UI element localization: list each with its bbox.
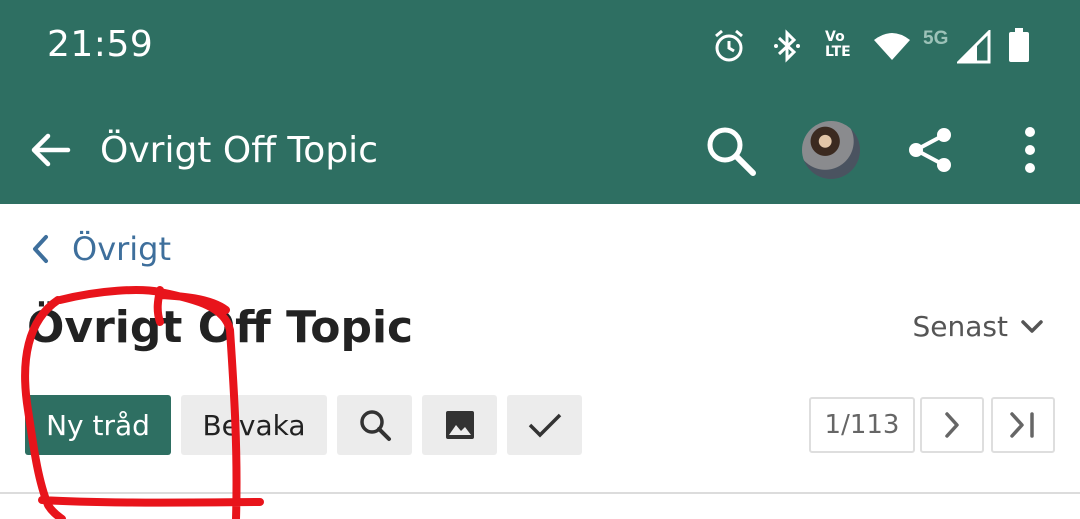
back-button[interactable]: [20, 120, 80, 180]
sort-label: Senast: [912, 310, 1008, 343]
breadcrumb[interactable]: Övrigt: [30, 230, 171, 268]
chevron-left-icon: [33, 235, 48, 263]
breadcrumb-label: Övrigt: [72, 230, 172, 268]
mark-read-button[interactable]: [507, 395, 582, 455]
app-bar: Övrigt Off Topic: [0, 96, 1080, 204]
last-page-icon: [1010, 412, 1034, 438]
network-type: 5G: [923, 28, 949, 49]
search-icon: [359, 410, 391, 441]
volte-bottom: LTE: [825, 44, 851, 60]
thread-search-button[interactable]: [337, 395, 412, 455]
bluetooth-icon: [774, 29, 800, 63]
status-time: 21:59: [47, 24, 154, 65]
avatar[interactable]: [802, 121, 860, 179]
more-vert-icon: [1025, 127, 1035, 173]
last-page-button[interactable]: [991, 397, 1055, 453]
alarm-icon: [715, 29, 743, 62]
status-icons: Vo LTE 5G: [712, 28, 1042, 68]
next-page-button[interactable]: [920, 397, 984, 453]
volte-top: Vo: [825, 29, 845, 45]
page-indicator[interactable]: 1/113: [809, 397, 915, 453]
chevron-right-icon: [945, 412, 959, 438]
watch-button[interactable]: Bevaka: [181, 395, 327, 455]
divider: [0, 492, 1080, 494]
more-options-button[interactable]: [1000, 120, 1060, 180]
chevron-down-icon: [1021, 319, 1043, 333]
share-icon: [909, 128, 951, 172]
signal-icon: [957, 30, 991, 64]
image-icon: [445, 411, 474, 439]
checkmark-icon: [528, 413, 561, 438]
page-title: Övrigt Off Topic: [27, 302, 414, 353]
sort-dropdown[interactable]: Senast: [913, 310, 1044, 343]
back-arrow-icon: [31, 133, 71, 167]
volte-indicator: Vo LTE: [825, 30, 851, 60]
share-button[interactable]: [900, 120, 960, 180]
wifi-icon: [874, 33, 910, 60]
search-button[interactable]: [700, 120, 760, 180]
status-bar: 21:59 Vo LTE 5G: [0, 0, 1080, 96]
battery-icon: [1009, 28, 1029, 62]
search-icon: [707, 127, 756, 176]
new-thread-button[interactable]: Ny tråd: [25, 395, 171, 455]
app-bar-title: Övrigt Off Topic: [100, 130, 378, 171]
image-button[interactable]: [422, 395, 497, 455]
